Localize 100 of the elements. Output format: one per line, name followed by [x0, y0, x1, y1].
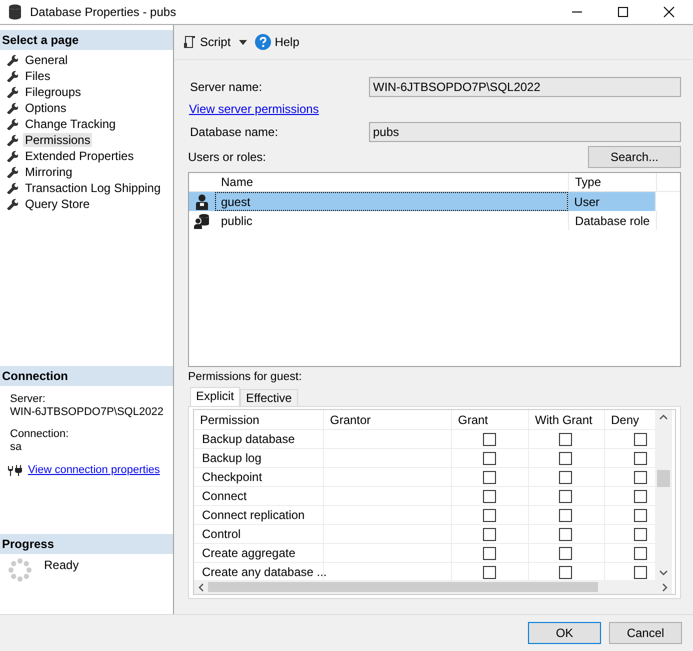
page-list-item[interactable]: Options: [23, 101, 68, 115]
checkbox[interactable]: [634, 490, 647, 502]
search-button[interactable]: Search...: [588, 146, 681, 168]
server-label: Server:: [10, 393, 46, 406]
scroll-right-icon[interactable]: [662, 582, 668, 592]
table-cell: Connect replication: [194, 506, 324, 525]
page-list-item[interactable]: Transaction Log Shipping: [23, 181, 163, 195]
section-header: Connection: [0, 366, 173, 386]
column-header[interactable]: Name: [215, 173, 569, 191]
checkbox[interactable]: [634, 452, 647, 464]
page-list-item[interactable]: General: [23, 53, 70, 67]
plug-icon: [7, 464, 23, 476]
checkbox[interactable]: [483, 546, 496, 560]
table-cell: Database role: [569, 211, 657, 230]
column-header[interactable]: Permission: [194, 410, 324, 430]
user-icon: [194, 194, 209, 210]
page-list-item[interactable]: Query Store: [23, 197, 92, 211]
table-cell: Create aggregate: [194, 544, 324, 563]
checkbox[interactable]: [483, 508, 496, 522]
column-header[interactable]: Type: [569, 173, 657, 191]
wrench-icon: [6, 198, 18, 210]
page-list-item[interactable]: Mirroring: [23, 165, 74, 179]
page-list-item[interactable]: Change Tracking: [23, 117, 118, 131]
scroll-up-icon[interactable]: [659, 414, 668, 420]
wrench-icon: [6, 134, 18, 146]
checkbox[interactable]: [559, 432, 572, 446]
user-row[interactable]: guest User: [189, 192, 656, 211]
spinner-icon: [8, 558, 32, 582]
scroll-left-icon[interactable]: [198, 582, 204, 592]
table-cell: Backup database: [194, 430, 324, 449]
script-button[interactable]: Script: [180, 33, 233, 51]
checkbox[interactable]: [559, 508, 572, 522]
wrench-icon: [6, 150, 18, 162]
table-cell: Control: [194, 525, 324, 544]
checkbox[interactable]: [634, 566, 647, 578]
checkbox[interactable]: [483, 490, 496, 502]
checkbox[interactable]: [483, 452, 496, 464]
database-icon: [8, 4, 22, 20]
checkbox[interactable]: [483, 566, 496, 578]
horizontal-scrollbar[interactable]: [194, 580, 672, 594]
server-value: WIN-6JTBSOPDO7P\SQL2022: [10, 406, 164, 419]
wrench-icon: [6, 166, 18, 178]
section-header: Select a page: [0, 30, 173, 50]
connection-label: Connection:: [10, 428, 69, 441]
close-icon[interactable]: [663, 6, 675, 18]
dropdown-caret-icon[interactable]: [238, 40, 247, 44]
checkbox[interactable]: [559, 470, 572, 484]
users-or-roles-label: Users or roles:: [188, 150, 266, 164]
section-header: Progress: [0, 534, 173, 554]
database-name-field[interactable]: pubs: [369, 122, 681, 142]
user-row[interactable]: public Database role: [189, 211, 680, 230]
view-server-permissions-link[interactable]: View server permissions: [189, 102, 319, 116]
scrollbar-thumb[interactable]: [657, 470, 670, 487]
maximize-icon[interactable]: [617, 6, 629, 18]
page-list-item[interactable]: Permissions: [23, 133, 92, 147]
permissions-label: Permissions for guest:: [188, 371, 303, 383]
tab[interactable]: Explicit: [190, 387, 240, 406]
column-header[interactable]: Grantor: [324, 410, 452, 430]
checkbox[interactable]: [634, 470, 647, 484]
page-list-item[interactable]: Extended Properties: [23, 149, 136, 163]
page-list-item[interactable]: Filegroups: [23, 85, 84, 99]
table-cell: Backup log: [194, 449, 324, 468]
checkbox[interactable]: [483, 432, 496, 446]
wrench-icon: [6, 70, 18, 82]
server-name-field[interactable]: WIN-6JTBSOPDO7P\SQL2022: [369, 77, 681, 97]
connection-value: sa: [10, 441, 22, 454]
wrench-icon: [6, 54, 18, 66]
dialog-button[interactable]: Cancel: [609, 622, 682, 644]
checkbox[interactable]: [634, 508, 647, 522]
help-button[interactable]: Help: [252, 32, 302, 52]
table-cell: Connect: [194, 487, 324, 506]
table-cell: Checkpoint: [194, 468, 324, 487]
wrench-icon: [6, 102, 18, 114]
server-name-label: Server name:: [190, 80, 262, 94]
checkbox[interactable]: [559, 452, 572, 464]
table-cell: public: [215, 211, 569, 230]
checkbox[interactable]: [559, 546, 572, 560]
database-role-icon: [194, 212, 210, 228]
checkbox[interactable]: [559, 566, 572, 578]
vertical-scrollbar[interactable]: [655, 410, 672, 580]
checkbox[interactable]: [634, 528, 647, 540]
window-title: Database Properties - pubs: [30, 5, 176, 19]
database-name-label: Database name:: [190, 125, 278, 139]
dialog-button[interactable]: OK: [528, 622, 601, 644]
progress-status: Ready: [44, 558, 79, 572]
checkbox[interactable]: [559, 490, 572, 502]
checkbox[interactable]: [483, 528, 496, 540]
column-header[interactable]: Grant: [452, 410, 529, 430]
column-header[interactable]: With Grant: [529, 410, 605, 430]
checkbox[interactable]: [634, 546, 647, 560]
checkbox[interactable]: [634, 432, 647, 446]
page-list-item[interactable]: Files: [23, 69, 52, 83]
scrollbar-thumb[interactable]: [208, 582, 598, 592]
checkbox[interactable]: [483, 470, 496, 484]
help-icon: [254, 34, 271, 50]
tab[interactable]: Effective: [240, 389, 298, 406]
scroll-down-icon[interactable]: [659, 570, 668, 576]
script-icon: [182, 35, 196, 49]
view-connection-properties-link[interactable]: View connection properties: [28, 464, 160, 477]
checkbox[interactable]: [559, 528, 572, 540]
